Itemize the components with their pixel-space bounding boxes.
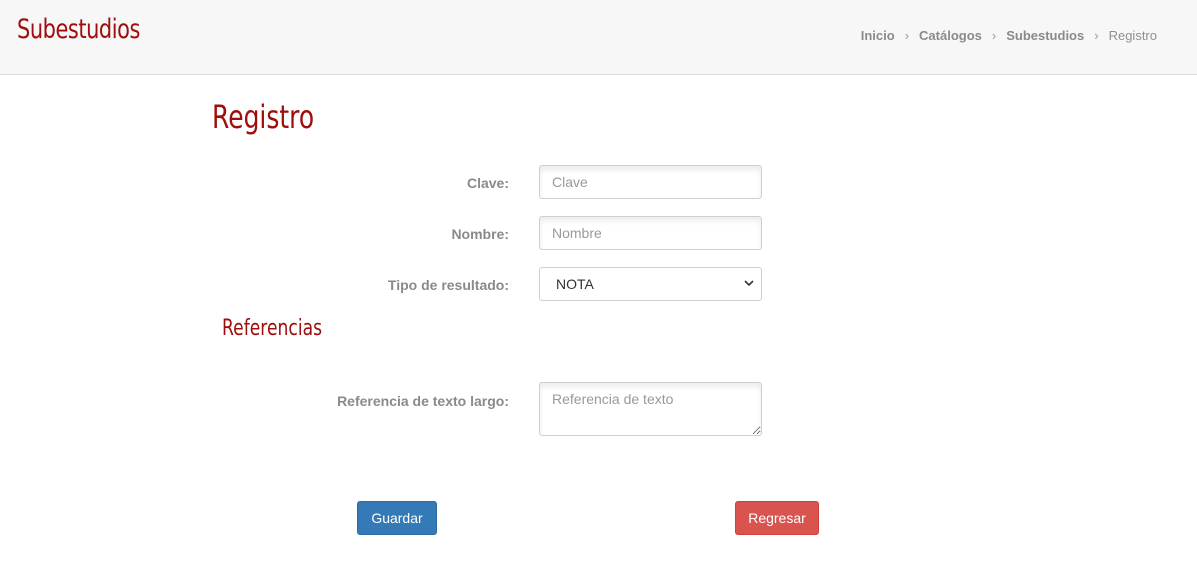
- breadcrumb-link-subestudios[interactable]: Subestudios: [1006, 28, 1084, 43]
- nombre-label: Nombre:: [451, 226, 509, 242]
- referencia-texto-label: Referencia de texto largo:: [337, 393, 509, 409]
- nombre-input[interactable]: [539, 216, 762, 250]
- back-button[interactable]: Regresar: [735, 501, 819, 535]
- breadcrumb-link-catalogos[interactable]: Catálogos: [919, 28, 982, 43]
- breadcrumb: Inicio › Catálogos › Subestudios › Regis…: [861, 28, 1157, 43]
- breadcrumb-separator-icon: ›: [904, 28, 910, 43]
- breadcrumb-current: Registro: [1108, 28, 1157, 43]
- chevron-down-icon: [744, 280, 754, 287]
- references-section-title: Referencias: [222, 316, 323, 341]
- save-button[interactable]: Guardar: [357, 501, 437, 535]
- tipo-resultado-label: Tipo de resultado:: [387, 277, 509, 293]
- top-header: Subestudios Inicio › Catálogos › Subestu…: [0, 0, 1197, 75]
- breadcrumb-separator-icon: ›: [991, 28, 997, 43]
- breadcrumb-separator-icon: ›: [1094, 28, 1099, 43]
- tipo-resultado-select[interactable]: NOTA: [539, 267, 762, 301]
- clave-label: Clave:: [466, 175, 509, 191]
- page-title: Registro: [212, 98, 315, 136]
- clave-input[interactable]: [539, 165, 762, 199]
- tipo-resultado-selected-value: NOTA: [556, 276, 594, 292]
- breadcrumb-link-inicio[interactable]: Inicio: [861, 28, 895, 43]
- app-title: Subestudios: [17, 14, 140, 45]
- referencia-texto-textarea[interactable]: [539, 382, 762, 436]
